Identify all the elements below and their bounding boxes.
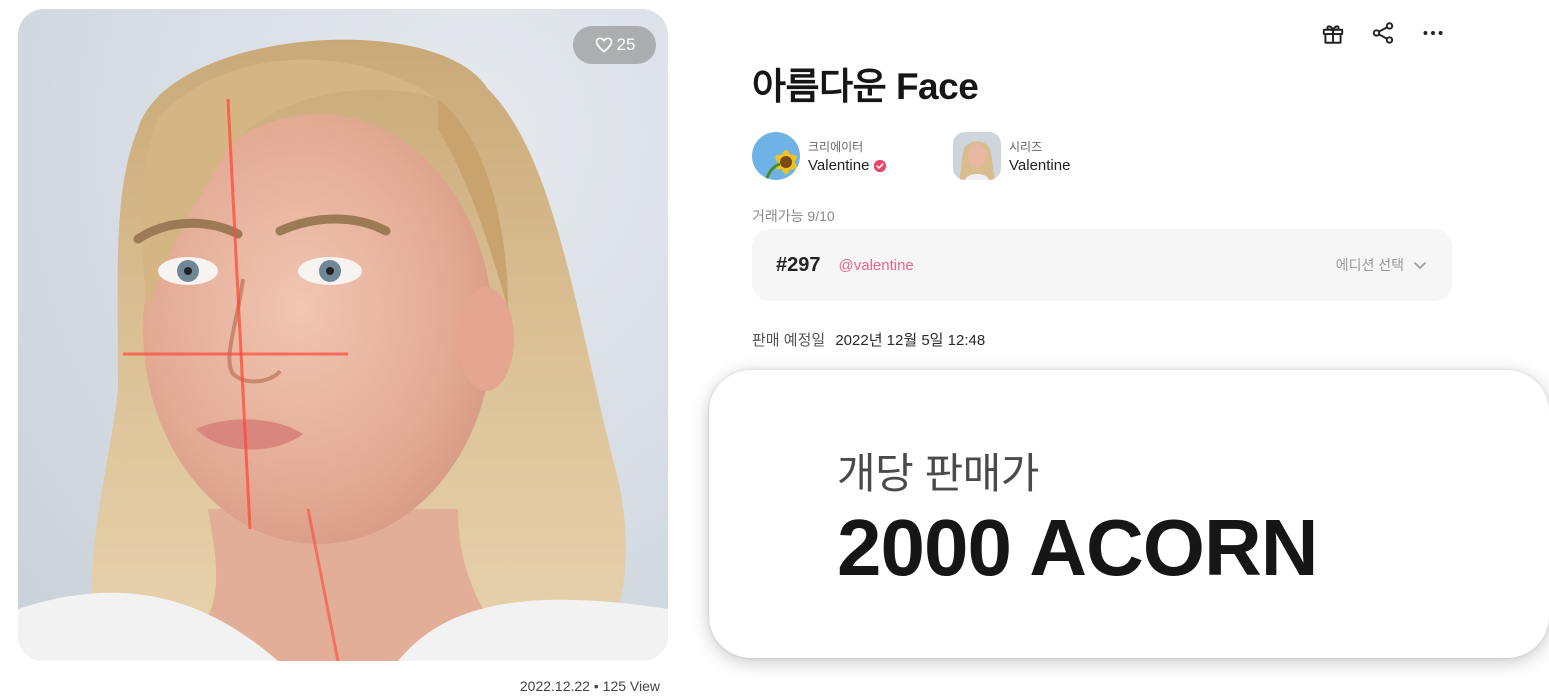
chevron-down-icon <box>1414 262 1426 269</box>
sale-schedule: 판매 예정일 2022년 12월 5일 12:48 <box>752 329 985 350</box>
top-actions <box>1318 18 1448 48</box>
creator-avatar <box>752 132 800 180</box>
sale-date-label: 판매 예정일 <box>752 332 826 349</box>
price-card: 개당 판매가 2000 ACORN <box>709 370 1549 658</box>
meta-separator: • <box>593 678 599 694</box>
share-button[interactable] <box>1368 18 1398 48</box>
creator-name: Valentine <box>808 157 870 174</box>
gift-button[interactable] <box>1318 18 1348 48</box>
creator-name-row: Valentine <box>808 157 887 174</box>
series-profile[interactable]: 시리즈 Valentine <box>953 132 1070 180</box>
artwork-meta: 2022.12.22 • 125 View <box>400 678 660 694</box>
artwork-date: 2022.12.22 <box>519 678 590 694</box>
artwork-title: 아름다운 Face <box>752 66 979 107</box>
portrait-illustration <box>18 39 668 661</box>
verified-badge-icon <box>874 159 887 172</box>
series-role-label: 시리즈 <box>1009 140 1043 154</box>
series-avatar <box>953 132 1001 180</box>
more-button[interactable] <box>1418 18 1448 48</box>
sale-date-value: 2022년 12월 5일 12:48 <box>835 332 986 349</box>
price-label: 개당 판매가 <box>837 450 1039 497</box>
more-icon <box>1423 31 1443 35</box>
artwork-views: 125 View <box>602 678 660 694</box>
gift-icon <box>1322 25 1344 44</box>
edition-select-dropdown[interactable]: 에디션 선택 <box>1336 255 1428 275</box>
share-icon <box>1372 22 1394 44</box>
tradeable-count: 거래가능 9/10 <box>752 208 835 224</box>
artwork-image[interactable] <box>18 9 668 661</box>
like-count: 25 <box>616 35 636 54</box>
heart-icon <box>595 37 612 53</box>
edition-number: #297 <box>776 253 821 276</box>
like-button[interactable]: 25 <box>573 26 656 64</box>
creator-profile[interactable]: 크리에이터 Valentine <box>752 132 887 180</box>
edition-selector[interactable]: #297 @valentine 에디션 선택 <box>752 229 1452 301</box>
portrait-thumbnail-image <box>953 132 1001 180</box>
edition-select-label: 에디션 선택 <box>1335 257 1404 273</box>
price-value: 2000 ACORN <box>837 503 1319 592</box>
edition-owner-link[interactable]: @valentine <box>839 257 914 274</box>
sunflower-avatar-image <box>752 132 800 180</box>
series-name: Valentine <box>1009 157 1071 174</box>
creator-role-label: 크리에이터 <box>808 140 864 154</box>
